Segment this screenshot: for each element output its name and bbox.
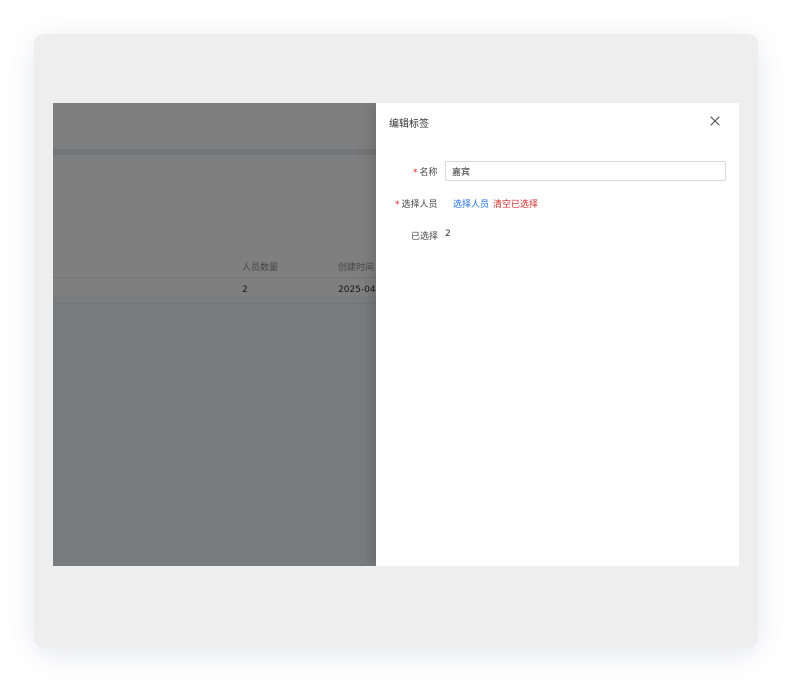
- app-viewport: 人员数量 创建时间 2 2025-04-1 编辑标签 *名称 *选择人员 选择人…: [53, 103, 739, 566]
- edit-tag-drawer: 编辑标签 *名称 *选择人员 选择人员 清空已选择 已选择 2: [376, 103, 739, 566]
- required-mark: *: [413, 168, 418, 178]
- required-mark: *: [395, 200, 400, 210]
- select-people-link[interactable]: 选择人员: [453, 197, 489, 210]
- clear-selection-link[interactable]: 清空已选择: [493, 197, 538, 210]
- select-people-label-text: 选择人员: [401, 200, 438, 210]
- name-input[interactable]: [445, 161, 726, 181]
- drawer-title: 编辑标签: [389, 119, 429, 130]
- selected-label: 已选择: [411, 232, 439, 242]
- name-label: * 名称: [413, 165, 438, 178]
- selected-count: 2: [445, 229, 451, 239]
- close-icon[interactable]: [708, 114, 722, 128]
- name-label-text: 名称: [419, 168, 438, 178]
- select-people-label: * 选择人员: [395, 197, 438, 210]
